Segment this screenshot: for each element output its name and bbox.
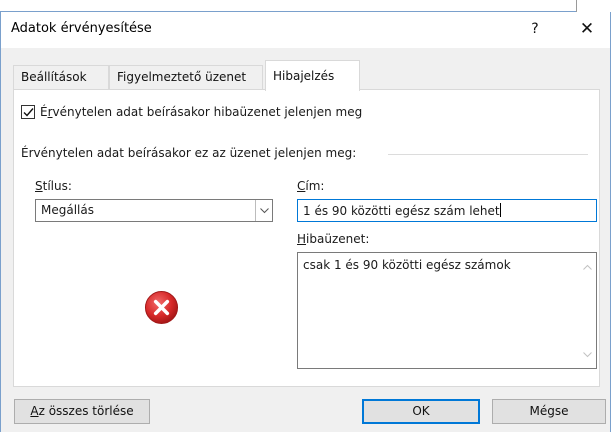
clear-all-button[interactable]: Az összes törlése bbox=[14, 399, 150, 424]
group-divider bbox=[388, 154, 588, 155]
scroll-up-icon[interactable] bbox=[583, 264, 592, 270]
style-select[interactable]: Megállás bbox=[35, 199, 273, 222]
title-input[interactable]: 1 és 90 közötti egész szám lehet bbox=[297, 199, 597, 222]
title-bar: Adatok érvényesítése ? ✕ bbox=[1, 12, 610, 48]
help-button[interactable]: ? bbox=[520, 17, 550, 43]
show-error-checkbox-label: Érvénytelen adat beírásakor hibaüzenet j… bbox=[40, 105, 363, 119]
style-dropdown-button[interactable] bbox=[255, 200, 272, 221]
stop-error-icon bbox=[144, 290, 179, 325]
close-button[interactable]: ✕ bbox=[572, 17, 602, 43]
background-cell bbox=[576, 0, 611, 12]
checkmark-icon bbox=[23, 108, 34, 117]
scroll-down-icon[interactable] bbox=[583, 352, 592, 358]
tab-input-message[interactable]: Figyelmeztető üzenet bbox=[109, 65, 263, 90]
cancel-button[interactable]: Mégse bbox=[492, 399, 606, 424]
error-message-textarea[interactable]: csak 1 és 90 közötti egész számok bbox=[297, 252, 597, 369]
dialog-title: Adatok érvényesítése bbox=[11, 21, 152, 36]
error-message-label: Hibaüzenet: bbox=[297, 232, 370, 246]
textarea-scrollbar[interactable] bbox=[579, 253, 596, 368]
error-alert-panel: Érvénytelen adat beírásakor hibaüzenet j… bbox=[13, 89, 600, 387]
background-sheet-strip bbox=[0, 0, 611, 12]
tab-settings[interactable]: Beállítások bbox=[13, 65, 109, 90]
ok-button[interactable]: OK bbox=[362, 399, 480, 424]
error-message-text: csak 1 és 90 közötti egész számok bbox=[303, 258, 511, 272]
data-validation-dialog: Adatok érvényesítése ? ✕ Beállítások Fig… bbox=[0, 12, 611, 432]
chevron-down-icon bbox=[260, 208, 269, 214]
title-field-label: Cím: bbox=[297, 179, 325, 193]
style-label: Stílus: bbox=[35, 179, 72, 193]
message-group-label: Érvénytelen adat beírásakor ez az üzenet… bbox=[21, 146, 357, 160]
style-select-value: Megállás bbox=[41, 203, 94, 217]
title-input-text: 1 és 90 közötti egész szám lehet bbox=[303, 203, 501, 218]
text-caret bbox=[499, 203, 501, 217]
tab-error-alert[interactable]: Hibajelzés bbox=[265, 60, 360, 91]
show-error-checkbox[interactable] bbox=[21, 105, 35, 119]
